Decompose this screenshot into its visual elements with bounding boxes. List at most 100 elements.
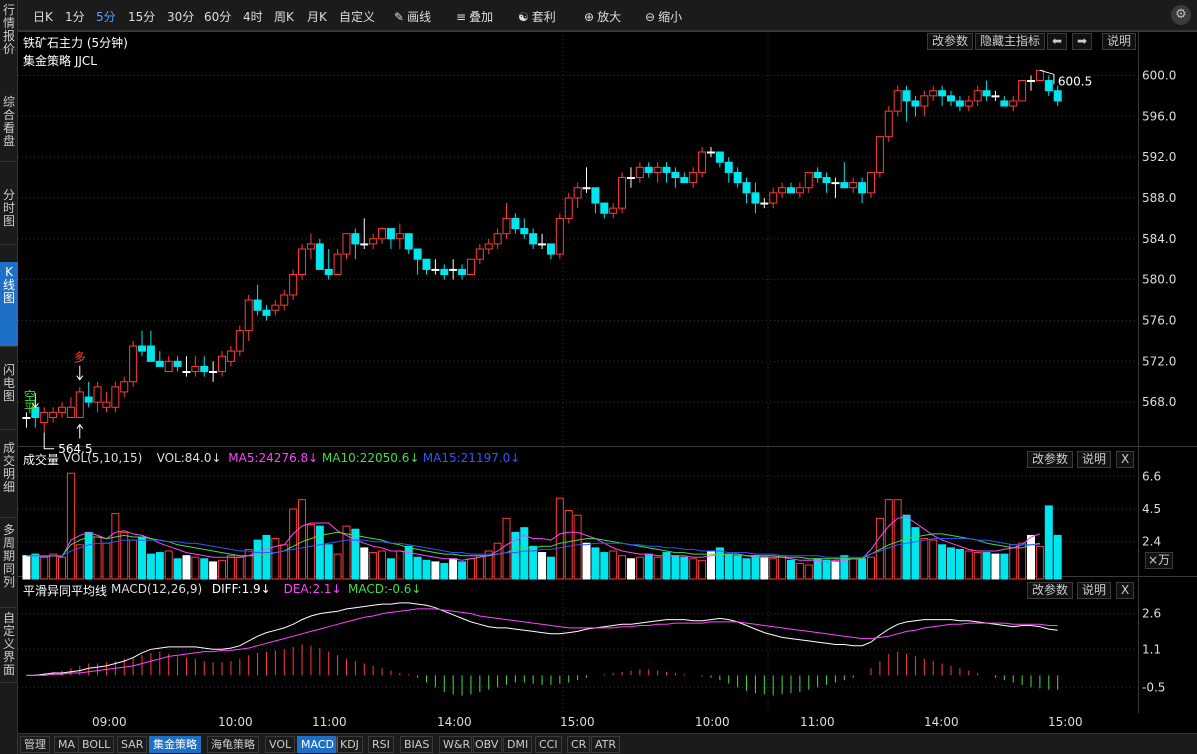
chart-area[interactable]: 568.0 572.0 576.0 580.0 584.0 588.0 592.0 596.0… (18, 31, 1197, 729)
volume-button-0[interactable]: 改参数 (1027, 451, 1074, 468)
indicator-tab-7[interactable]: MACD (297, 736, 338, 753)
period-tab-7[interactable]: 周K (274, 8, 294, 25)
indicator-tab-11[interactable]: W&R (439, 736, 475, 753)
indicator-tab-14[interactable]: CCI (535, 736, 562, 753)
candle-body (600, 202, 609, 214)
candle-body (253, 299, 262, 311)
period-tab-4[interactable]: 30分 (167, 8, 194, 25)
candle-body (689, 171, 698, 184)
volume-bar (902, 514, 911, 580)
macd-button-0[interactable]: 改参数 (1027, 582, 1074, 599)
period-tab-5[interactable]: 60分 (204, 8, 231, 25)
indicator-tab-16[interactable]: ATR (591, 736, 621, 753)
volume-bar (804, 564, 813, 580)
indicator-tab-5[interactable]: 海龟策略 (207, 736, 259, 753)
main-button-3[interactable]: ➡ (1072, 33, 1093, 50)
volume-bar (955, 548, 964, 580)
candle-body (662, 166, 671, 173)
volume-bar (120, 531, 129, 580)
main-button-4[interactable]: 说明 (1102, 33, 1137, 50)
indicator-tab-4[interactable]: 集金策略 (149, 736, 201, 753)
volume-indicator-1: VOL:84.0↓ (156, 451, 222, 465)
candle-body (395, 233, 404, 240)
sidebar-item-4[interactable]: 闪 电 图 (0, 360, 18, 430)
tool-zoom-in-button[interactable]: ⊕ 放大 (584, 8, 621, 25)
indicator-tab-2[interactable]: BOLL (78, 736, 115, 753)
volume-button-2[interactable]: X (1116, 451, 1135, 468)
candle-body (164, 360, 173, 373)
period-tab-9[interactable]: 自定义 (339, 8, 375, 25)
sidebar-item-2[interactable]: 分 时 图 (0, 185, 18, 245)
candle-body (378, 228, 387, 240)
chart-canvas[interactable]: 568.0 572.0 576.0 580.0 584.0 588.0 592.0 596.0… (18, 31, 1197, 713)
period-tab-3[interactable]: 15分 (128, 8, 155, 25)
volume-bar (947, 547, 956, 580)
candle-body (564, 197, 573, 219)
time-axis-label: 14:00 (924, 715, 959, 729)
macd-button-1[interactable]: 说明 (1077, 582, 1112, 599)
sidebar-item-1[interactable]: 综 合 看 盘 (0, 92, 18, 162)
macd-tick-label: -0.5 (1142, 680, 1165, 694)
time-axis-label: 15:00 (560, 715, 595, 729)
period-tab-6[interactable]: 4时 (243, 8, 263, 25)
indicator-tab-1[interactable]: MA (54, 736, 80, 753)
indicator-tab-0[interactable]: 管理 (20, 736, 50, 753)
volume-button-1[interactable]: 说明 (1077, 451, 1112, 468)
main-button-1[interactable]: 隐藏主指标 (975, 33, 1046, 50)
sidebar-item-0[interactable]: 行 情 报 价 (0, 0, 18, 56)
period-tab-2[interactable]: 5分 (96, 8, 116, 25)
signal-arrow-up (76, 423, 84, 439)
indicator-tab-6[interactable]: VOL (265, 736, 296, 753)
indicator-tab-3[interactable]: SAR (117, 736, 148, 753)
candle-body (262, 309, 271, 316)
candle-body (102, 401, 111, 408)
indicator-tab-12[interactable]: OBV (471, 736, 503, 753)
indicator-tab-9[interactable]: RSI (368, 736, 394, 753)
candle-body (751, 192, 760, 204)
volume-bar (644, 553, 653, 580)
tool-arbitrage-button[interactable]: ☯ 套利 (518, 8, 556, 25)
time-axis-label: 10:00 (218, 715, 253, 729)
tool-layers-button[interactable]: ≡ 叠加 (456, 8, 493, 25)
candle-body (733, 171, 742, 184)
volume-bar (1035, 545, 1044, 580)
candle-body (449, 268, 458, 271)
main-button-2[interactable]: ⬅ (1047, 33, 1068, 50)
candle-body (804, 171, 813, 189)
candle-body (1000, 100, 1009, 107)
candle-body (466, 258, 475, 276)
volume-bar (22, 555, 31, 580)
sidebar-item-5[interactable]: 成 交 明 细 (0, 438, 18, 518)
indicator-tab-13[interactable]: DMI (503, 736, 533, 753)
macd-button-2[interactable]: X (1116, 582, 1135, 599)
sidebar-item-6[interactable]: 多 周 期 同 列 (0, 520, 18, 608)
gear-icon[interactable]: ⚙ (1171, 5, 1191, 25)
period-tab-8[interactable]: 月K (307, 8, 327, 25)
indicator-tab-10[interactable]: BIAS (400, 736, 434, 753)
volume-bar (813, 558, 822, 580)
indicator-tab-8[interactable]: KDJ (336, 736, 363, 753)
tool-pencil-button[interactable]: ✎ 画线 (394, 8, 431, 25)
volume-bar (698, 559, 707, 580)
volume-title: 成交量 (23, 453, 60, 467)
candle-body (813, 171, 822, 179)
volume-bar (315, 525, 324, 580)
candle-body (822, 177, 831, 184)
candle-body (795, 187, 804, 194)
volume-bar (982, 552, 991, 580)
volume-bar (884, 499, 893, 580)
macd-tick-label: 2.6 (1142, 607, 1161, 621)
volume-bar (253, 539, 262, 580)
main-button-0[interactable]: 改参数 (927, 33, 974, 50)
candle-body (1044, 80, 1053, 92)
period-tab-1[interactable]: 1分 (65, 8, 85, 25)
sidebar-item-7[interactable]: 自 定 义 界 面 (0, 608, 18, 683)
indicator-tab-15[interactable]: CR (567, 736, 591, 753)
volume-bar (822, 559, 831, 580)
sidebar-item-3[interactable]: K 线 图 (0, 262, 18, 347)
volume-bar (546, 556, 555, 580)
volume-tick-label: 4.5 (1142, 502, 1161, 516)
candle-body (182, 371, 191, 374)
period-tab-0[interactable]: 日K (33, 8, 53, 25)
tool-zoom-out-button[interactable]: ⊖ 缩小 (645, 8, 682, 25)
